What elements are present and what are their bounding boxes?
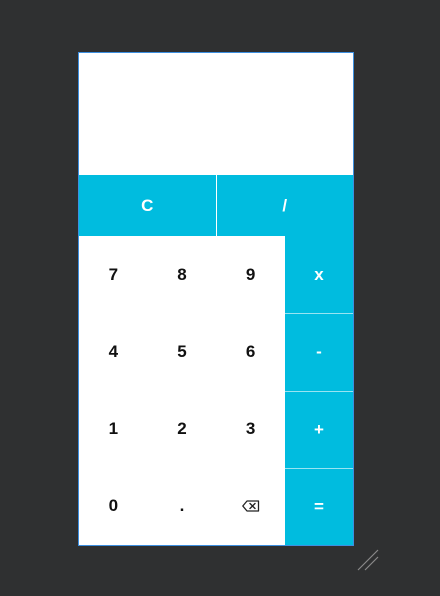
operator-column: x - + = <box>285 236 353 545</box>
key-1[interactable]: 1 <box>79 391 148 468</box>
key-7[interactable]: 7 <box>79 236 148 313</box>
key-2[interactable]: 2 <box>148 391 217 468</box>
number-keypad: 7 8 9 4 5 6 1 2 3 0 . <box>79 236 285 545</box>
divide-button[interactable]: / <box>215 175 354 236</box>
key-9[interactable]: 9 <box>216 236 285 313</box>
key-5[interactable]: 5 <box>148 313 217 390</box>
subtract-button[interactable]: - <box>285 313 353 390</box>
calculator-window: C / 7 8 9 4 5 6 1 2 3 0 . x - + = <box>78 52 354 546</box>
backspace-icon <box>241 500 260 513</box>
top-function-row: C / <box>79 175 353 236</box>
add-button[interactable]: + <box>285 390 353 468</box>
key-0[interactable]: 0 <box>79 468 148 545</box>
key-8[interactable]: 8 <box>148 236 217 313</box>
resize-grip-icon[interactable] <box>356 548 380 572</box>
key-6[interactable]: 6 <box>216 313 285 390</box>
calculator-display <box>79 53 353 175</box>
backspace-button[interactable] <box>216 468 285 545</box>
multiply-button[interactable]: x <box>285 236 353 313</box>
key-3[interactable]: 3 <box>216 391 285 468</box>
decimal-point-button[interactable]: . <box>148 468 217 545</box>
key-4[interactable]: 4 <box>79 313 148 390</box>
clear-button[interactable]: C <box>79 175 216 236</box>
equals-button[interactable]: = <box>285 467 353 545</box>
